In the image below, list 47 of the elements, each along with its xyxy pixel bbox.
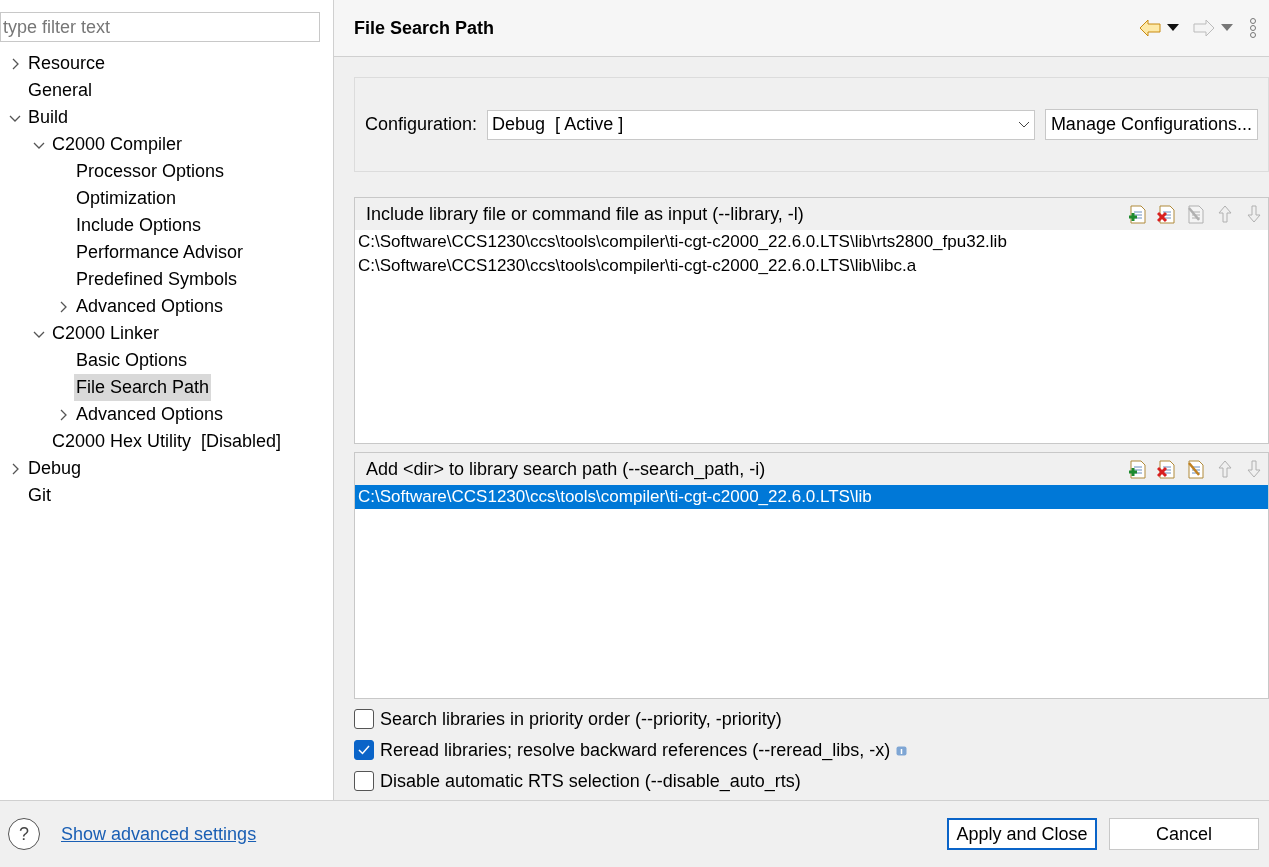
list-title: Add <dir> to library search path (--search_path, -i)	[366, 457, 766, 482]
path-list-item[interactable]: C:\Software\CCS1230\ccs\tools\compiler\ti-cgt-c2000_22.6.0.LTS\lib	[355, 485, 1268, 509]
add-document-icon[interactable]	[1128, 204, 1148, 224]
help-button[interactable]: ?	[8, 818, 40, 850]
list-title: Include library file or command file as input (--library, -l)	[366, 202, 804, 226]
tree-item[interactable]: C2000 Hex Utility [Disabled]	[50, 428, 284, 455]
checkmark-icon	[358, 745, 370, 755]
tree-item[interactable]: Predefined Symbols	[74, 266, 240, 293]
edit-document-icon[interactable]	[1186, 459, 1206, 479]
configuration-label: Configuration:	[365, 113, 478, 136]
chevron-down-icon	[1017, 120, 1030, 129]
manage-configurations-button[interactable]: Manage Configurations...	[1044, 109, 1258, 140]
checkbox[interactable]	[354, 771, 374, 791]
checkbox[interactable]	[354, 709, 374, 729]
tree-item[interactable]: Advanced Options	[74, 293, 226, 320]
path-list-item[interactable]: C:\Software\CCS1230\ccs\tools\compiler\ti-cgt-c2000_22.6.0.LTS\lib\libc.a	[355, 254, 1268, 278]
tree-item[interactable]: Resource	[26, 50, 108, 77]
cancel-button[interactable]: Cancel	[1109, 818, 1259, 850]
more-options-icon[interactable]	[1249, 17, 1257, 39]
tree-item[interactable]: Git	[26, 482, 53, 509]
dropdown-caret-icon[interactable]	[1167, 24, 1179, 32]
tree-item[interactable]: Advanced Options	[74, 401, 226, 428]
checkbox[interactable]	[354, 740, 374, 760]
tree-item[interactable]: Performance Advisor	[74, 239, 246, 266]
tree-item[interactable]: Build	[26, 104, 71, 131]
apply-and-close-button[interactable]: Apply and Close	[947, 818, 1097, 850]
page-title: File Search Path	[354, 16, 495, 40]
tree-item[interactable]: C2000 Linker	[50, 320, 162, 347]
back-arrow-icon[interactable]	[1139, 19, 1161, 37]
tree-item[interactable]: C2000 Compiler	[50, 131, 185, 158]
configuration-dropdown[interactable]: Debug [ Active ]	[487, 109, 1035, 140]
tree-item[interactable]: Processor Options	[74, 158, 227, 185]
add-document-icon[interactable]	[1128, 459, 1148, 479]
option-label: Reread libraries; resolve backward references (--reread_libs, -x)	[380, 738, 891, 763]
delete-document-icon[interactable]	[1157, 204, 1177, 224]
show-advanced-settings-link[interactable]: Show advanced settings	[61, 820, 257, 848]
tree-item[interactable]: File Search Path	[74, 374, 212, 401]
delete-document-icon[interactable]	[1157, 459, 1177, 479]
option-label: Disable automatic RTS selection (--disable_auto_rts)	[380, 769, 801, 794]
option-label: Search libraries in priority order (--priority, -priority)	[380, 707, 782, 731]
tree-item[interactable]: Debug	[26, 455, 84, 482]
path-list-item[interactable]: C:\Software\CCS1230\ccs\tools\compiler\ti-cgt-c2000_22.6.0.LTS\lib\rts2800_fpu32.lib	[355, 230, 1268, 254]
tree-item[interactable]: Optimization	[74, 185, 179, 212]
tree-item[interactable]: Include Options	[74, 212, 204, 239]
tree-item[interactable]: General	[26, 77, 95, 104]
filter-field[interactable]: type filter text	[0, 12, 320, 42]
tree-item[interactable]: Basic Options	[74, 347, 190, 374]
